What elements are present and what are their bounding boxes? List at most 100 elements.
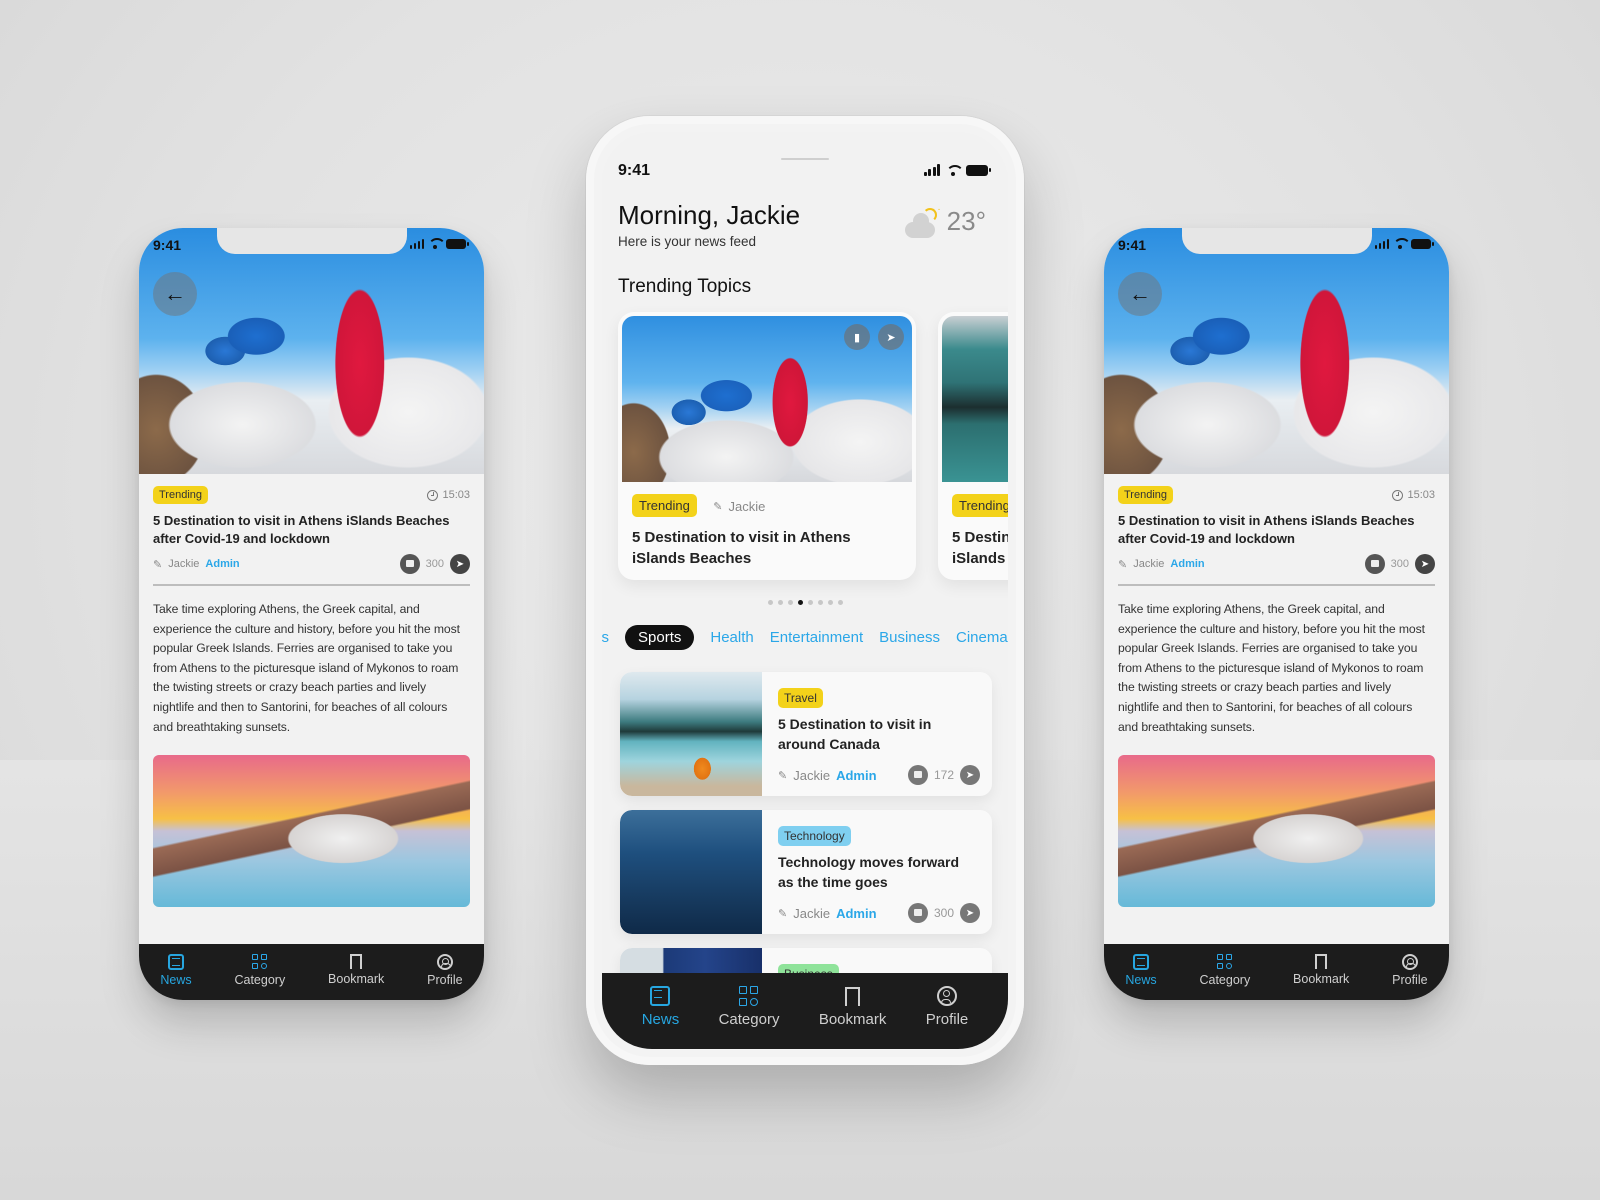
- share-icon[interactable]: ➤: [960, 903, 980, 923]
- trending-tag[interactable]: Trending: [153, 486, 209, 504]
- comment-icon[interactable]: [907, 903, 928, 923]
- pagination-dot[interactable]: [827, 600, 833, 605]
- pagination-dot[interactable]: [797, 600, 803, 605]
- back-button[interactable]: ←: [153, 272, 197, 316]
- clock-icon: [427, 489, 439, 501]
- article-title: Technology moves forward as the time goe…: [778, 854, 959, 890]
- back-button[interactable]: ←: [1118, 272, 1162, 316]
- tab-bookmark[interactable]: Bookmark: [1293, 954, 1349, 986]
- comment-icon[interactable]: [907, 765, 928, 785]
- comment-icon[interactable]: [399, 554, 420, 574]
- tab-bar: News Category Bookmark Profile: [1104, 944, 1449, 1000]
- category-tag[interactable]: Technology: [778, 826, 851, 846]
- pagination-dot[interactable]: [767, 600, 773, 605]
- divider: [153, 584, 470, 586]
- comment-icon[interactable]: ▮: [844, 324, 870, 350]
- trending-tag[interactable]: Trending: [1118, 486, 1174, 504]
- status-icons: [923, 164, 991, 176]
- category-tab-entertainment[interactable]: Entertainment: [770, 629, 863, 646]
- tab-category[interactable]: Category: [234, 953, 285, 987]
- comment-icon[interactable]: [1364, 554, 1385, 574]
- pagination-dot[interactable]: [817, 600, 823, 605]
- list-item[interactable]: Technology Technology moves forward as t…: [620, 810, 992, 934]
- publish-time: 15:03: [1392, 489, 1435, 501]
- tab-category[interactable]: Category: [1199, 953, 1250, 987]
- pencil-icon: ✎: [778, 769, 788, 782]
- grid-icon: [251, 953, 268, 970]
- author-info: ✎ Jackie: [713, 499, 766, 514]
- news-icon: [168, 953, 185, 970]
- battery-icon: [966, 165, 991, 176]
- category-tab-business[interactable]: Business: [879, 629, 940, 646]
- article-stats: 172 ➤: [907, 765, 980, 785]
- grid-icon: [1216, 953, 1233, 970]
- tab-profile[interactable]: Profile: [427, 953, 463, 987]
- tab-bookmark[interactable]: Bookmark: [819, 986, 886, 1028]
- battery-icon: [446, 239, 469, 249]
- home-screen: 9:41 Morning, Jackie Here is your news f…: [602, 132, 1008, 1049]
- pencil-icon: ✎: [713, 501, 723, 513]
- publish-time: 15:03: [427, 489, 470, 501]
- detail-phone-left: 9:41 ← Trending 15:03 5 Destination to v…: [139, 228, 484, 1000]
- article-title: 5 Destination to visit in Athens iSlands…: [1118, 513, 1415, 546]
- article-detail: Trending 15:03 5 Destination to visit in…: [153, 486, 470, 908]
- detail-phone-right: 9:41 ← Trending 15:03 5 Destination to v…: [1104, 228, 1449, 1000]
- status-time: 9:41: [1118, 237, 1147, 253]
- author-info: ✎ Jackie Admin: [778, 767, 877, 783]
- article-detail: Trending 15:03 5 Destination to visit in…: [1118, 486, 1435, 908]
- share-icon[interactable]: ➤: [450, 554, 470, 574]
- tab-category[interactable]: Category: [719, 986, 779, 1028]
- tab-bookmark[interactable]: Bookmark: [328, 954, 384, 986]
- category-tab-sports[interactable]: Sports: [625, 624, 695, 650]
- pagination-dot[interactable]: [777, 600, 783, 605]
- trending-tag[interactable]: Trending: [632, 494, 697, 517]
- share-icon[interactable]: ➤: [1415, 554, 1435, 574]
- status-icons: [409, 238, 469, 249]
- tab-profile[interactable]: Profile: [1392, 953, 1428, 987]
- battery-icon: [1411, 239, 1434, 249]
- pagination-dot[interactable]: [787, 600, 793, 605]
- tab-bar: News Category Bookmark Profile: [139, 944, 484, 1000]
- tab-news[interactable]: News: [160, 953, 192, 987]
- hero-image: [139, 228, 484, 474]
- status-time: 9:41: [153, 237, 182, 253]
- hero-image: [1104, 228, 1449, 474]
- trending-card-title: 5 Destination to visit in Athens iSlands…: [632, 529, 851, 567]
- article-stats: 300 ➤: [399, 554, 470, 574]
- bookmark-icon: [1315, 954, 1328, 970]
- signal-icon: [409, 239, 424, 249]
- article-image: [153, 755, 470, 908]
- clock-icon: [1392, 489, 1404, 501]
- category-tab-sports-partial[interactable]: orts: [602, 629, 609, 646]
- wifi-icon: [428, 238, 446, 249]
- pencil-icon: ✎: [153, 558, 163, 571]
- article-body: Take time exploring Athens, the Greek ca…: [1118, 602, 1425, 734]
- tab-profile[interactable]: Profile: [926, 986, 968, 1028]
- arrow-left-icon: ←: [1129, 281, 1151, 306]
- trending-card[interactable]: Trending 5 Destination to visit in Athen…: [938, 312, 1008, 580]
- trending-tag[interactable]: Trending: [952, 494, 1008, 517]
- category-tab-cinema[interactable]: Cinema: [956, 629, 1008, 646]
- pagination-dot[interactable]: [807, 600, 813, 605]
- category-tabs: orts Sports Health Entertainment Busines…: [602, 622, 1008, 652]
- article-thumbnail: [620, 672, 762, 796]
- wifi-icon: [946, 165, 964, 176]
- pagination-dot[interactable]: [837, 600, 843, 605]
- partly-sunny-icon: ···: [904, 204, 943, 242]
- tab-news[interactable]: News: [642, 986, 679, 1028]
- trending-carousel[interactable]: ▮ ➤ Trending ✎ Jackie 5 Destination to vi…: [618, 312, 1008, 582]
- share-icon[interactable]: ➤: [960, 765, 980, 785]
- arrow-left-icon: ←: [164, 281, 186, 306]
- list-item[interactable]: Travel 5 Destination to visit in around …: [620, 672, 992, 796]
- trending-title: Trending Topics: [618, 276, 752, 297]
- category-tab-health[interactable]: Health: [710, 629, 753, 646]
- author-info: ✎ Jackie Admin: [1118, 558, 1205, 571]
- trending-card[interactable]: ▮ ➤ Trending ✎ Jackie 5 Destination to vi…: [618, 312, 916, 580]
- share-icon[interactable]: ➤: [878, 324, 904, 350]
- signal-icon: [1374, 239, 1389, 249]
- tab-news[interactable]: News: [1125, 953, 1157, 987]
- phone-notch: [1181, 228, 1372, 254]
- carousel-pagination[interactable]: [602, 600, 1008, 605]
- category-tag[interactable]: Travel: [778, 688, 823, 708]
- grid-icon: [739, 986, 759, 1006]
